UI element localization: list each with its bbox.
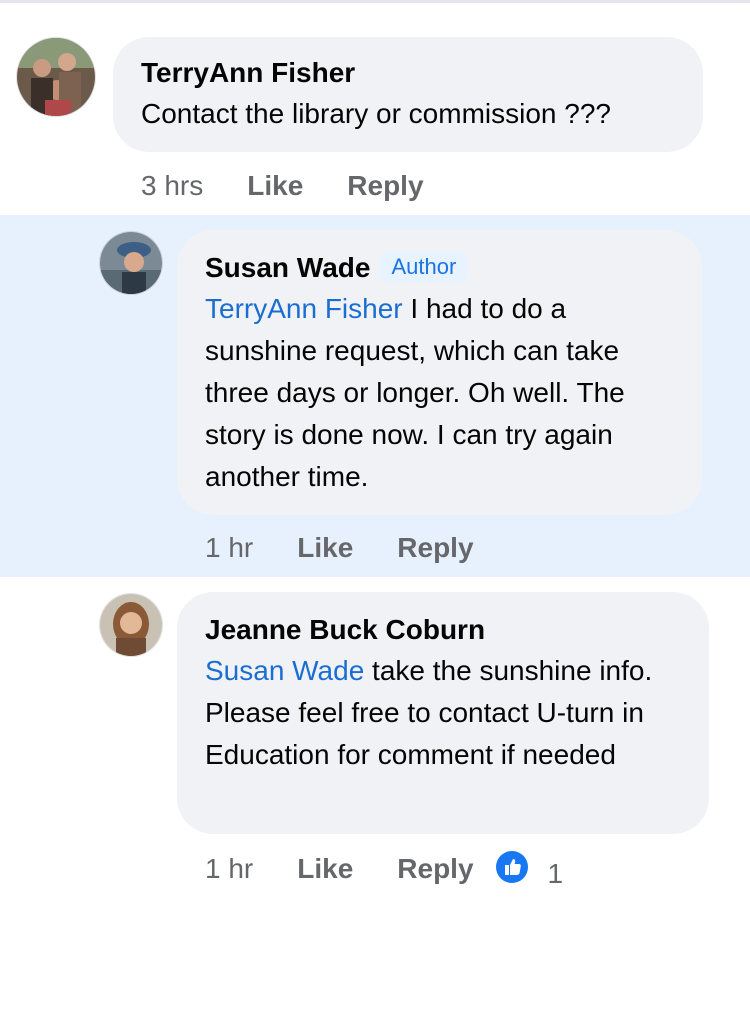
like-button[interactable]: Like: [297, 530, 353, 566]
comment-text: Susan Wade take the sunshine info. Pleas…: [205, 650, 681, 776]
reaction-summary[interactable]: 1: [495, 851, 564, 892]
comment-author-name[interactable]: TerryAnn Fisher: [141, 53, 675, 93]
comment-terryann: TerryAnn Fisher Contact the library or c…: [0, 0, 750, 215]
comment-author-name[interactable]: Susan Wade: [205, 252, 370, 283]
avatar[interactable]: [100, 594, 162, 656]
reply-button[interactable]: Reply: [347, 168, 423, 204]
comment-text: Contact the library or commission ???: [141, 98, 611, 129]
reaction-count: 1: [547, 858, 564, 889]
mention-link[interactable]: TerryAnn Fisher: [205, 293, 403, 324]
reply-button[interactable]: Reply: [397, 530, 473, 566]
reply-button[interactable]: Reply: [397, 851, 473, 887]
comment-timestamp[interactable]: 1 hr: [205, 530, 253, 566]
avatar[interactable]: [17, 38, 95, 116]
like-thumbs-up-icon: [495, 851, 528, 883]
comment-bubble: TerryAnn Fisher Contact the library or c…: [113, 37, 703, 152]
comment-timestamp[interactable]: 3 hrs: [141, 168, 203, 204]
comment-timestamp[interactable]: 1 hr: [205, 851, 253, 887]
comment-bubble: Jeanne Buck Coburn Susan Wade take the s…: [177, 592, 709, 834]
comment-actions: 3 hrs Like Reply: [141, 168, 424, 204]
comment-jeanne: Jeanne Buck Coburn Susan Wade take the s…: [0, 577, 750, 1035]
mention-link[interactable]: Susan Wade: [205, 655, 364, 686]
avatar[interactable]: [100, 232, 162, 294]
comment-text: TerryAnn Fisher I had to do a sunshine r…: [205, 288, 674, 498]
like-button[interactable]: Like: [247, 168, 303, 204]
comment-susan: Susan Wade Author TerryAnn Fisher I had t…: [0, 215, 750, 577]
comment-author-row: Susan Wade Author: [205, 248, 674, 288]
comment-author-name[interactable]: Jeanne Buck Coburn: [205, 610, 681, 650]
comment-actions: 1 hr Like Reply 1: [205, 851, 563, 892]
like-button[interactable]: Like: [297, 851, 353, 887]
comment-actions: 1 hr Like Reply: [205, 530, 474, 566]
author-badge: Author: [380, 252, 468, 282]
comment-bubble: Susan Wade Author TerryAnn Fisher I had t…: [177, 230, 702, 515]
